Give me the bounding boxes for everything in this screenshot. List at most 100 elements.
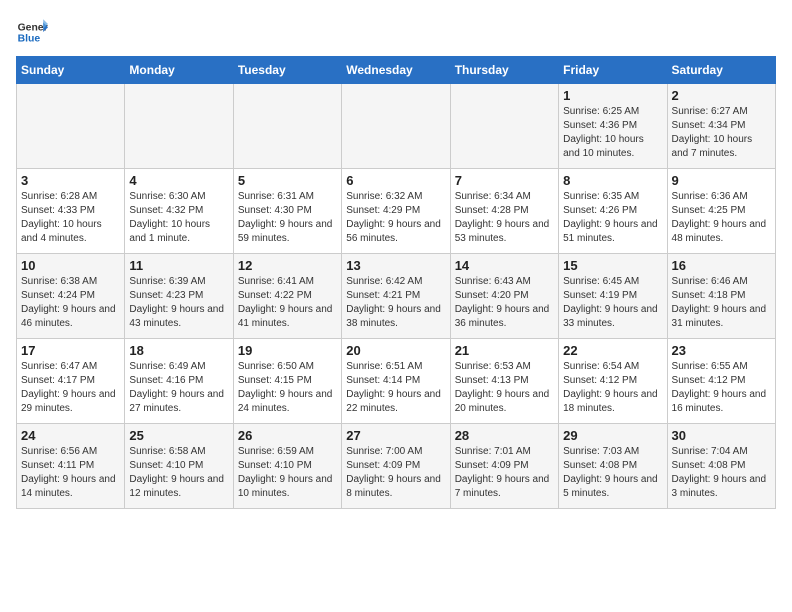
day-number: 27 bbox=[346, 428, 445, 443]
calendar-cell: 26 Sunrise: 6:59 AM Sunset: 4:10 PM Dayli… bbox=[233, 424, 341, 509]
day-info: Sunrise: 6:38 AM Sunset: 4:24 PM Dayligh… bbox=[21, 275, 120, 331]
week-row-4: 17Sunrise: 6:47 AM Sunset: 4:17 PM Dayli… bbox=[17, 339, 776, 424]
day-info: Sunrise: 6:35 AM Sunset: 4:26 PM Dayligh… bbox=[563, 190, 662, 246]
calendar-cell: 19 Sunrise: 6:50 AM Sunset: 4:15 PM Dayli… bbox=[233, 339, 341, 424]
svg-text:Blue: Blue bbox=[18, 34, 41, 45]
day-info: Sunrise: 6:43 AM Sunset: 4:20 PM Dayligh… bbox=[455, 275, 554, 331]
day-header-tuesday: Tuesday bbox=[233, 57, 341, 84]
day-number: 16 bbox=[672, 258, 771, 273]
day-info: Sunrise: 6:50 AM Sunset: 4:15 PM Dayligh… bbox=[238, 360, 337, 416]
week-row-2: 3 Sunrise: 6:28 AM Sunset: 4:33 PM Daylig… bbox=[17, 169, 776, 254]
day-info: Sunrise: 6:45 AM Sunset: 4:19 PM Dayligh… bbox=[563, 275, 662, 331]
calendar-cell bbox=[17, 84, 125, 169]
logo: General Blue bbox=[16, 16, 48, 48]
calendar-cell: 22 Sunrise: 6:54 AM Sunset: 4:12 PM Dayli… bbox=[559, 339, 667, 424]
day-number: 5 bbox=[238, 173, 337, 188]
day-info: Sunrise: 6:51 AM Sunset: 4:14 PM Dayligh… bbox=[346, 360, 445, 416]
day-info: Sunrise: 6:32 AM Sunset: 4:29 PM Dayligh… bbox=[346, 190, 445, 246]
day-info: Sunrise: 6:58 AM Sunset: 4:10 PM Dayligh… bbox=[129, 445, 228, 501]
day-info: Sunrise: 6:59 AM Sunset: 4:10 PM Dayligh… bbox=[238, 445, 337, 501]
week-row-1: 1Sunrise: 6:25 AM Sunset: 4:36 PM Daylig… bbox=[17, 84, 776, 169]
day-number: 22 bbox=[563, 343, 662, 358]
day-number: 30 bbox=[672, 428, 771, 443]
calendar-cell: 20Sunrise: 6:51 AM Sunset: 4:14 PM Dayli… bbox=[342, 339, 450, 424]
day-number: 13 bbox=[346, 258, 445, 273]
day-number: 11 bbox=[129, 258, 228, 273]
calendar-cell: 16Sunrise: 6:46 AM Sunset: 4:18 PM Dayli… bbox=[667, 254, 775, 339]
calendar-cell: 28 Sunrise: 7:01 AM Sunset: 4:09 PM Dayli… bbox=[450, 424, 558, 509]
day-info: Sunrise: 6:54 AM Sunset: 4:12 PM Dayligh… bbox=[563, 360, 662, 416]
day-info: Sunrise: 6:36 AM Sunset: 4:25 PM Dayligh… bbox=[672, 190, 771, 246]
calendar-cell: 10 Sunrise: 6:38 AM Sunset: 4:24 PM Dayli… bbox=[17, 254, 125, 339]
day-header-wednesday: Wednesday bbox=[342, 57, 450, 84]
day-number: 8 bbox=[563, 173, 662, 188]
day-number: 24 bbox=[21, 428, 120, 443]
calendar-cell: 8 Sunrise: 6:35 AM Sunset: 4:26 PM Daylig… bbox=[559, 169, 667, 254]
day-number: 26 bbox=[238, 428, 337, 443]
calendar-cell: 29 Sunrise: 7:03 AM Sunset: 4:08 PM Dayli… bbox=[559, 424, 667, 509]
day-number: 17 bbox=[21, 343, 120, 358]
day-info: Sunrise: 6:34 AM Sunset: 4:28 PM Dayligh… bbox=[455, 190, 554, 246]
day-header-sunday: Sunday bbox=[17, 57, 125, 84]
calendar-cell bbox=[233, 84, 341, 169]
day-header-friday: Friday bbox=[559, 57, 667, 84]
calendar-table: SundayMondayTuesdayWednesdayThursdayFrid… bbox=[16, 56, 776, 509]
day-info: Sunrise: 7:01 AM Sunset: 4:09 PM Dayligh… bbox=[455, 445, 554, 501]
week-row-5: 24 Sunrise: 6:56 AM Sunset: 4:11 PM Dayli… bbox=[17, 424, 776, 509]
week-row-3: 10 Sunrise: 6:38 AM Sunset: 4:24 PM Dayli… bbox=[17, 254, 776, 339]
day-info: Sunrise: 6:49 AM Sunset: 4:16 PM Dayligh… bbox=[129, 360, 228, 416]
calendar-cell bbox=[342, 84, 450, 169]
calendar-cell: 14 Sunrise: 6:43 AM Sunset: 4:20 PM Dayli… bbox=[450, 254, 558, 339]
day-info: Sunrise: 6:30 AM Sunset: 4:32 PM Dayligh… bbox=[129, 190, 228, 246]
calendar-cell: 7 Sunrise: 6:34 AM Sunset: 4:28 PM Daylig… bbox=[450, 169, 558, 254]
day-number: 28 bbox=[455, 428, 554, 443]
day-number: 2 bbox=[672, 88, 771, 103]
calendar-cell: 4Sunrise: 6:30 AM Sunset: 4:32 PM Daylig… bbox=[125, 169, 233, 254]
day-number: 9 bbox=[672, 173, 771, 188]
day-info: Sunrise: 7:04 AM Sunset: 4:08 PM Dayligh… bbox=[672, 445, 771, 501]
calendar-cell: 24 Sunrise: 6:56 AM Sunset: 4:11 PM Dayli… bbox=[17, 424, 125, 509]
calendar-cell: 5Sunrise: 6:31 AM Sunset: 4:30 PM Daylig… bbox=[233, 169, 341, 254]
day-number: 19 bbox=[238, 343, 337, 358]
day-info: Sunrise: 7:03 AM Sunset: 4:08 PM Dayligh… bbox=[563, 445, 662, 501]
day-info: Sunrise: 6:28 AM Sunset: 4:33 PM Dayligh… bbox=[21, 190, 120, 246]
day-number: 7 bbox=[455, 173, 554, 188]
calendar-cell: 18 Sunrise: 6:49 AM Sunset: 4:16 PM Dayli… bbox=[125, 339, 233, 424]
day-header-monday: Monday bbox=[125, 57, 233, 84]
day-info: Sunrise: 6:41 AM Sunset: 4:22 PM Dayligh… bbox=[238, 275, 337, 331]
calendar-cell: 21 Sunrise: 6:53 AM Sunset: 4:13 PM Dayli… bbox=[450, 339, 558, 424]
day-number: 21 bbox=[455, 343, 554, 358]
day-info: Sunrise: 6:55 AM Sunset: 4:12 PM Dayligh… bbox=[672, 360, 771, 416]
calendar-cell: 30 Sunrise: 7:04 AM Sunset: 4:08 PM Dayli… bbox=[667, 424, 775, 509]
day-header-thursday: Thursday bbox=[450, 57, 558, 84]
calendar-cell: 17Sunrise: 6:47 AM Sunset: 4:17 PM Dayli… bbox=[17, 339, 125, 424]
day-info: Sunrise: 6:25 AM Sunset: 4:36 PM Dayligh… bbox=[563, 105, 662, 161]
day-number: 12 bbox=[238, 258, 337, 273]
day-info: Sunrise: 6:42 AM Sunset: 4:21 PM Dayligh… bbox=[346, 275, 445, 331]
logo-icon: General Blue bbox=[16, 16, 48, 48]
day-info: Sunrise: 6:53 AM Sunset: 4:13 PM Dayligh… bbox=[455, 360, 554, 416]
day-header-saturday: Saturday bbox=[667, 57, 775, 84]
calendar-cell: 1Sunrise: 6:25 AM Sunset: 4:36 PM Daylig… bbox=[559, 84, 667, 169]
calendar-cell: 15 Sunrise: 6:45 AM Sunset: 4:19 PM Dayli… bbox=[559, 254, 667, 339]
calendar-cell: 6 Sunrise: 6:32 AM Sunset: 4:29 PM Daylig… bbox=[342, 169, 450, 254]
day-number: 23 bbox=[672, 343, 771, 358]
calendar-cell: 11 Sunrise: 6:39 AM Sunset: 4:23 PM Dayli… bbox=[125, 254, 233, 339]
day-number: 15 bbox=[563, 258, 662, 273]
day-number: 6 bbox=[346, 173, 445, 188]
day-info: Sunrise: 6:39 AM Sunset: 4:23 PM Dayligh… bbox=[129, 275, 228, 331]
day-number: 29 bbox=[563, 428, 662, 443]
day-number: 25 bbox=[129, 428, 228, 443]
calendar-cell: 3 Sunrise: 6:28 AM Sunset: 4:33 PM Daylig… bbox=[17, 169, 125, 254]
day-info: Sunrise: 7:00 AM Sunset: 4:09 PM Dayligh… bbox=[346, 445, 445, 501]
day-number: 18 bbox=[129, 343, 228, 358]
day-number: 3 bbox=[21, 173, 120, 188]
day-number: 14 bbox=[455, 258, 554, 273]
day-info: Sunrise: 6:27 AM Sunset: 4:34 PM Dayligh… bbox=[672, 105, 771, 161]
day-info: Sunrise: 6:56 AM Sunset: 4:11 PM Dayligh… bbox=[21, 445, 120, 501]
day-number: 10 bbox=[21, 258, 120, 273]
calendar-cell: 12 Sunrise: 6:41 AM Sunset: 4:22 PM Dayli… bbox=[233, 254, 341, 339]
calendar-cell: 9 Sunrise: 6:36 AM Sunset: 4:25 PM Daylig… bbox=[667, 169, 775, 254]
calendar-cell: 13 Sunrise: 6:42 AM Sunset: 4:21 PM Dayli… bbox=[342, 254, 450, 339]
calendar-cell: 27 Sunrise: 7:00 AM Sunset: 4:09 PM Dayli… bbox=[342, 424, 450, 509]
